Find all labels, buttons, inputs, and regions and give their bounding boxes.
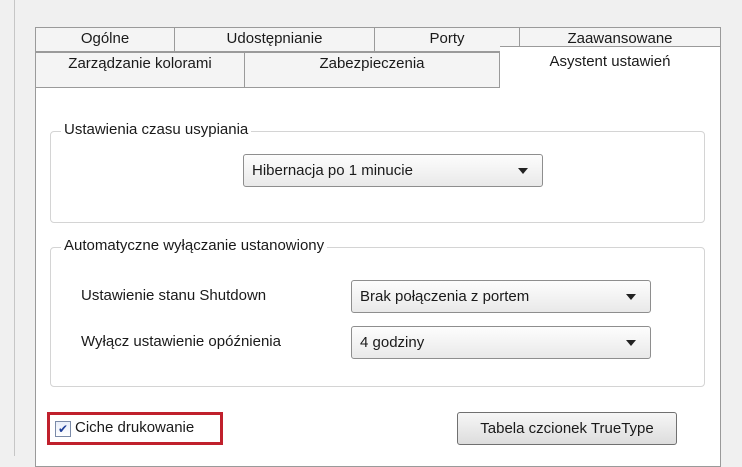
shutdown-state-dropdown[interactable]: Brak połączenia z portem — [351, 280, 651, 313]
settings-panel: Ustawienia czasu usypiania Hibernacja po… — [35, 87, 721, 467]
window-left-edge — [14, 0, 15, 456]
sleep-time-dropdown[interactable]: Hibernacja po 1 minucie — [243, 154, 543, 187]
chevron-down-icon — [626, 294, 636, 300]
tab-color-management[interactable]: Zarządzanie kolorami — [35, 52, 245, 88]
quiet-print-checkbox[interactable]: ✔ — [55, 421, 71, 437]
shutdown-delay-dropdown[interactable]: 4 godziny — [351, 326, 651, 359]
sleep-time-legend: Ustawienia czasu usypiania — [61, 121, 252, 138]
tab-row-bottom: Zarządzanie kolorami Zabezpieczenia Asys… — [35, 46, 721, 88]
shutdown-state-label: Ustawienie stanu Shutdown — [81, 287, 267, 304]
tab-sharing[interactable]: Udostępnianie — [175, 27, 375, 52]
tab-security[interactable]: Zabezpieczenia — [245, 52, 500, 88]
tab-general[interactable]: Ogólne — [35, 27, 175, 52]
auto-shutdown-group: Automatyczne wyłączanie ustanowiony Usta… — [50, 237, 705, 387]
chevron-down-icon — [626, 340, 636, 346]
sleep-time-value: Hibernacja po 1 minucie — [252, 162, 413, 179]
quiet-print-label[interactable]: Ciche drukowanie — [75, 419, 194, 436]
quiet-print-highlight: ✔ Ciche drukowanie — [47, 412, 223, 445]
tab-setup-assistant[interactable]: Asystent ustawień — [500, 46, 721, 88]
tab-ports[interactable]: Porty — [375, 27, 520, 52]
auto-shutdown-legend: Automatyczne wyłączanie ustanowiony — [61, 237, 328, 254]
truetype-font-table-button[interactable]: Tabela czcionek TrueType — [457, 412, 677, 445]
shutdown-delay-label: Wyłącz ustawienie opóźnienia — [81, 333, 281, 350]
chevron-down-icon — [518, 168, 528, 174]
shutdown-state-value: Brak połączenia z portem — [360, 288, 530, 305]
sleep-time-group: Ustawienia czasu usypiania Hibernacja po… — [50, 121, 705, 223]
shutdown-delay-value: 4 godziny — [360, 334, 425, 351]
